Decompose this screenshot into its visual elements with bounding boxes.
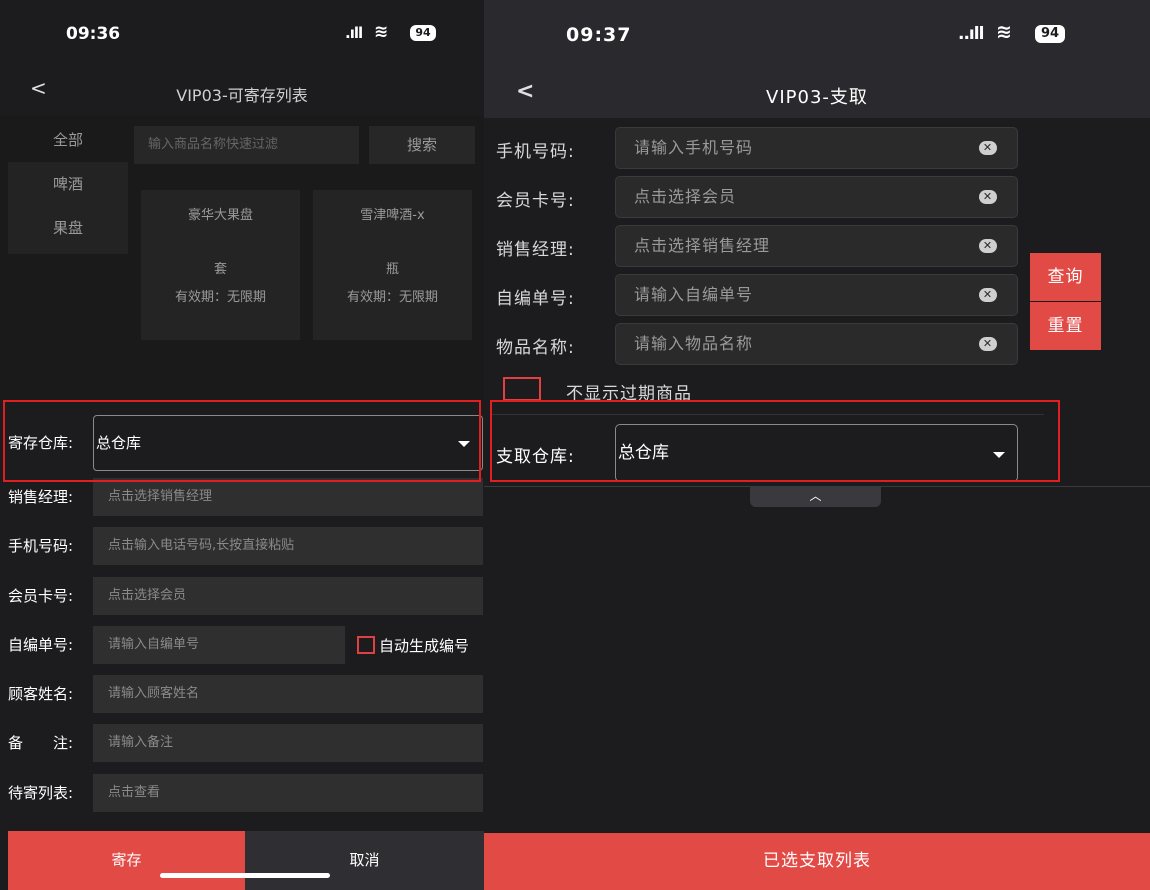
product-unit: 瓶 xyxy=(385,262,399,277)
page-title: VIP03-可寄存列表 xyxy=(176,86,308,105)
nav-bar: < VIP03-可寄存列表 xyxy=(0,68,484,116)
item-name-input[interactable]: 请输入物品名称 ✕ xyxy=(615,323,1018,365)
product-unit: 套 xyxy=(213,262,227,277)
category-all[interactable]: 全部 xyxy=(8,118,128,162)
save-button[interactable]: 寄存 xyxy=(8,831,245,890)
custom-number-input[interactable]: 请输入自编单号 xyxy=(93,626,345,664)
signal-icon: .ıll xyxy=(345,24,363,42)
chevron-up-icon[interactable]: ︿ xyxy=(750,487,881,507)
right-screen: 09:37 ..ıll ≋ 94 < VIP03-支取 手机号码: 请输入手机号… xyxy=(484,0,1150,890)
sales-manager-input[interactable]: 点击选择销售经理 xyxy=(93,478,483,516)
clear-icon[interactable]: ✕ xyxy=(979,190,997,204)
reset-button[interactable]: 重置 xyxy=(1030,302,1101,350)
filter-input[interactable]: 输入商品名称快速过滤 xyxy=(134,126,359,164)
item-placeholder: 请输入物品名称 xyxy=(634,334,754,353)
field-label: 待寄列表: xyxy=(8,784,74,802)
signal-icon: ..ıll xyxy=(958,24,984,44)
field-label: 销售经理: xyxy=(496,240,575,260)
field-label: 物品名称: xyxy=(496,338,575,358)
product-expiry: 有效期：无限期 xyxy=(346,290,438,305)
phone-input[interactable]: 点击输入电话号码,长按直接粘贴 xyxy=(93,527,483,565)
field-label: 自编单号: xyxy=(496,289,575,309)
category-fruit[interactable]: 果盘 xyxy=(8,206,128,254)
member-placeholder: 点击选择会员 xyxy=(634,187,737,206)
wifi-icon: ≋ xyxy=(996,21,1012,43)
page-title: VIP03-支取 xyxy=(766,87,868,108)
clear-icon[interactable]: ✕ xyxy=(979,239,997,253)
battery-icon: 94 xyxy=(410,25,436,41)
product-card[interactable]: 雪津啤酒-x 瓶 有效期：无限期 xyxy=(313,190,472,340)
member-card-input[interactable]: 点击选择会员 xyxy=(93,577,483,615)
auto-number-label: 自动生成编号 xyxy=(379,637,470,655)
hide-expired-checkbox[interactable] xyxy=(503,377,541,401)
highlight-box xyxy=(3,400,481,482)
battery-icon: 94 xyxy=(1035,25,1065,43)
clear-icon[interactable]: ✕ xyxy=(979,141,997,155)
customer-name-input[interactable]: 请输入顾客姓名 xyxy=(93,675,483,713)
product-card[interactable]: 豪华大果盘 套 有效期：无限期 xyxy=(141,190,300,340)
auto-number-checkbox[interactable] xyxy=(357,636,375,654)
field-label: 会员卡号: xyxy=(496,191,575,211)
field-label: 销售经理: xyxy=(8,488,74,506)
field-label: 手机号码: xyxy=(8,537,74,555)
product-name: 雪津啤酒-x xyxy=(360,208,425,223)
product-expiry: 有效期：无限期 xyxy=(174,290,266,305)
header: 09:37 ..ıll ≋ 94 < VIP03-支取 xyxy=(484,0,1150,118)
product-name: 豪华大果盘 xyxy=(187,208,253,223)
category-beer[interactable]: 啤酒 xyxy=(8,162,128,206)
status-bar: 09:36 .ıll ≋ 94 xyxy=(0,0,484,68)
clear-icon[interactable]: ✕ xyxy=(979,337,997,351)
status-time: 09:36 xyxy=(66,24,121,44)
field-label: 备 注: xyxy=(8,734,74,752)
field-label: 会员卡号: xyxy=(8,587,74,605)
highlight-box xyxy=(490,400,1060,482)
search-button[interactable]: 搜索 xyxy=(369,126,475,164)
left-screen: 09:36 .ıll ≋ 94 < VIP03-可寄存列表 全部 啤酒 果盘 输… xyxy=(0,0,484,890)
wifi-icon: ≋ xyxy=(374,22,388,42)
sales-manager-input[interactable]: 点击选择销售经理 ✕ xyxy=(615,225,1018,267)
field-label: 手机号码: xyxy=(496,142,575,162)
field-label: 自编单号: xyxy=(8,636,74,654)
home-indicator xyxy=(160,873,330,878)
field-label: 顾客姓名: xyxy=(8,685,74,703)
phone-input[interactable]: 请输入手机号码 ✕ xyxy=(615,127,1018,169)
cancel-button[interactable]: 取消 xyxy=(245,831,484,890)
clear-icon[interactable]: ✕ xyxy=(979,288,997,302)
custom-number-input[interactable]: 请输入自编单号 ✕ xyxy=(615,274,1018,316)
number-placeholder: 请输入自编单号 xyxy=(634,285,754,304)
selected-list-button[interactable]: 已选支取列表 xyxy=(484,833,1150,890)
manager-placeholder: 点击选择销售经理 xyxy=(634,236,771,255)
member-card-input[interactable]: 点击选择会员 ✕ xyxy=(615,176,1018,218)
query-button[interactable]: 查询 xyxy=(1030,253,1101,301)
remark-input[interactable]: 请输入备注 xyxy=(93,724,483,762)
status-time: 09:37 xyxy=(566,24,632,46)
phone-placeholder: 请输入手机号码 xyxy=(634,138,754,157)
pending-list-input[interactable]: 点击查看 xyxy=(93,774,483,812)
